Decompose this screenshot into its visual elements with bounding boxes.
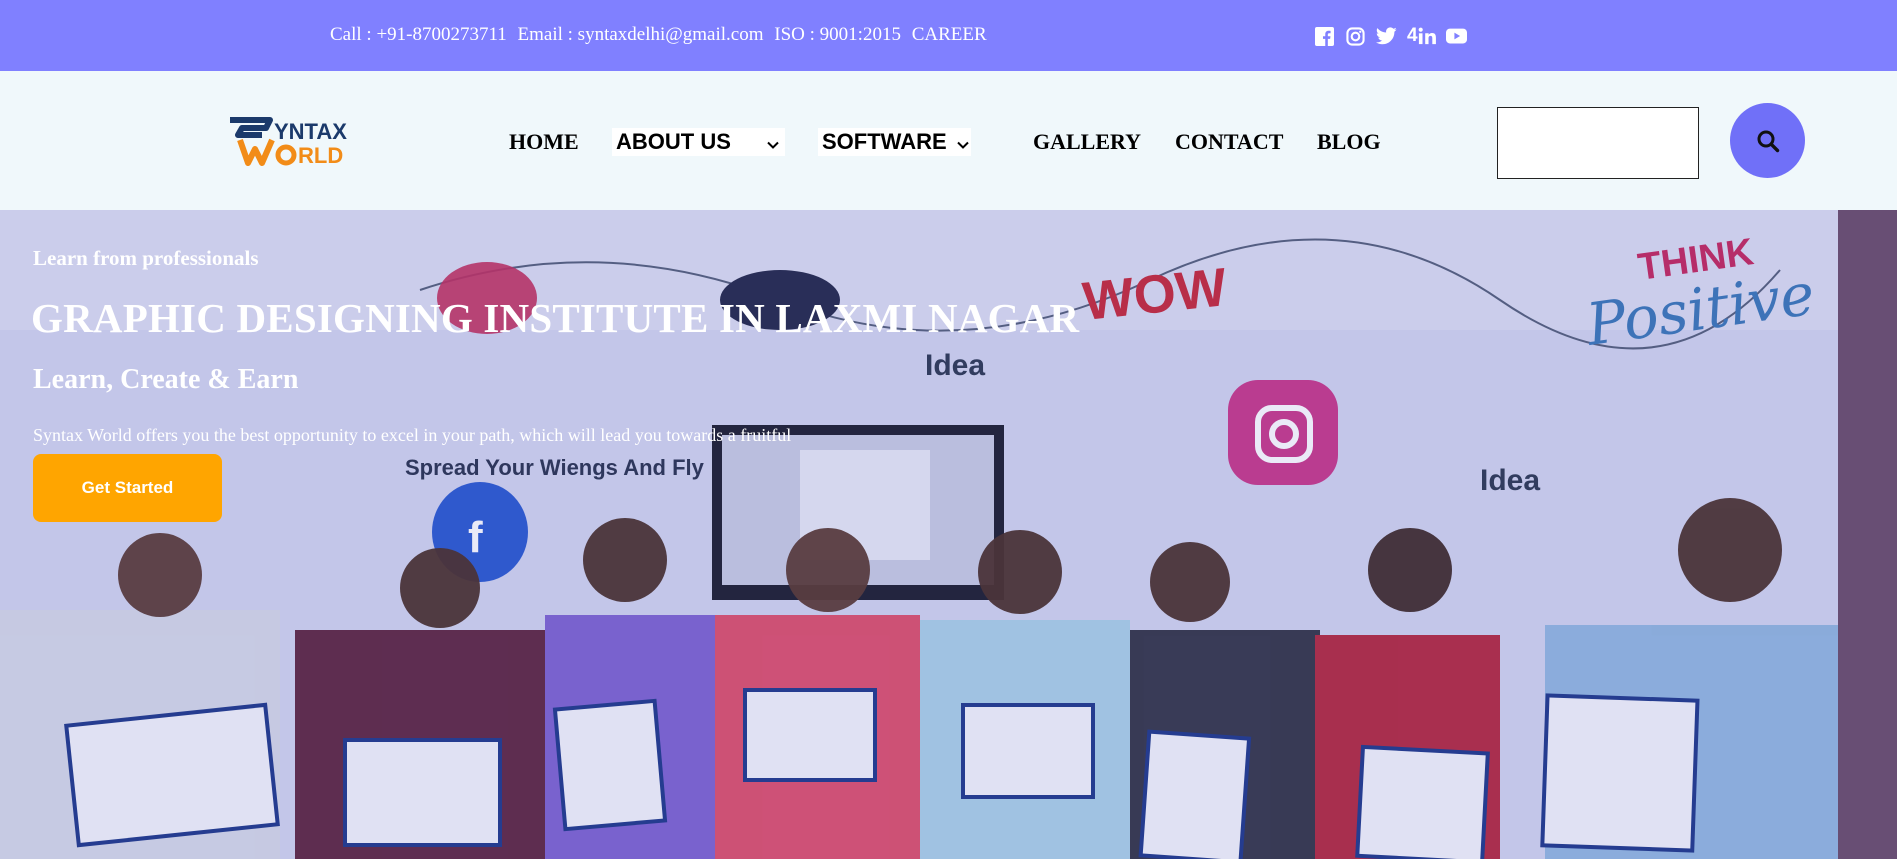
facebook-icon[interactable] bbox=[1314, 26, 1335, 47]
svg-text:YNTAX: YNTAX bbox=[274, 119, 347, 144]
hero-title: GRAPHIC DESIGNING INSTITUTE IN LAXMI NAG… bbox=[31, 295, 1080, 341]
linkedin-prefix: 4 bbox=[1407, 25, 1418, 46]
phone-link[interactable]: Call : +91-8700273711 bbox=[330, 24, 507, 45]
search-input[interactable] bbox=[1497, 107, 1699, 179]
search-icon bbox=[1757, 130, 1779, 152]
nav-about-label: ABOUT US bbox=[616, 129, 731, 154]
nav-home[interactable]: HOME bbox=[509, 126, 579, 158]
instagram-icon[interactable] bbox=[1345, 26, 1366, 47]
hero-description: Syntax World offers you the best opportu… bbox=[33, 425, 792, 445]
email-link[interactable]: Email : syntaxdelhi@gmail.com bbox=[518, 24, 764, 45]
iso-text: ISO : 9001:2015 bbox=[774, 24, 901, 45]
nav-blog[interactable]: BLOG bbox=[1317, 126, 1381, 158]
career-link[interactable]: CAREER bbox=[912, 24, 987, 45]
top-bar: Call : +91-8700273711 Email : syntaxdelh… bbox=[0, 0, 1897, 71]
social-links: 4 bbox=[1314, 25, 1467, 47]
nav-about-us[interactable]: ABOUT US bbox=[612, 128, 785, 156]
get-started-button[interactable]: Get Started bbox=[33, 454, 222, 522]
search-button[interactable] bbox=[1730, 103, 1805, 178]
contact-info: Call : +91-8700273711 Email : syntaxdelh… bbox=[330, 24, 993, 46]
chevron-down-icon bbox=[767, 129, 779, 157]
site-header: YNTAX RLD HOME ABOUT US SOFTWARE GALLERY… bbox=[0, 71, 1897, 210]
chevron-down-icon bbox=[957, 129, 969, 157]
hero-subtitle: Learn, Create & Earn bbox=[33, 364, 299, 395]
twitter-icon[interactable] bbox=[1376, 26, 1397, 47]
nav-software-label: SOFTWARE bbox=[822, 129, 947, 154]
linkedin-icon[interactable]: 4 bbox=[1407, 25, 1436, 47]
hero-kicker: Learn from professionals bbox=[33, 246, 259, 270]
youtube-icon[interactable] bbox=[1445, 26, 1467, 47]
syntax-world-logo[interactable]: YNTAX RLD bbox=[228, 115, 390, 169]
hero-section: WOW Idea Idea THINK Positive Spread Your… bbox=[0, 210, 1897, 859]
svg-text:RLD: RLD bbox=[298, 143, 343, 168]
nav-software[interactable]: SOFTWARE bbox=[818, 128, 971, 156]
nav-gallery[interactable]: GALLERY bbox=[1033, 126, 1141, 158]
nav-contact[interactable]: CONTACT bbox=[1175, 126, 1283, 158]
